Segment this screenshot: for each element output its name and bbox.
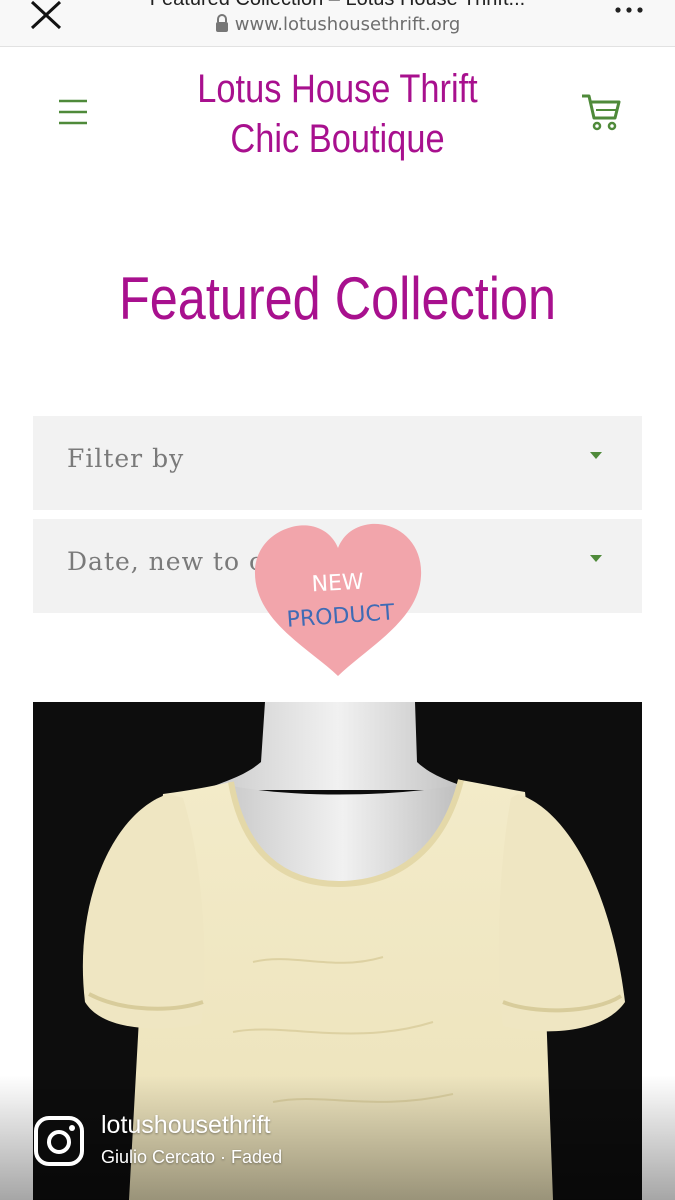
filter-dropdown[interactable]: Filter by	[33, 416, 642, 510]
browser-bar: Featured Collection – Lotus House Thrift…	[0, 0, 675, 47]
chevron-down-icon	[590, 555, 602, 562]
new-product-sticker: NEW PRODUCT	[254, 523, 422, 676]
menu-icon[interactable]	[57, 96, 89, 128]
site-title[interactable]: Lotus House Thrift Chic Boutique	[176, 64, 499, 164]
instagram-icon[interactable]	[33, 1115, 85, 1167]
instagram-username[interactable]: lotushousethrift	[101, 1111, 271, 1140]
cart-icon[interactable]	[580, 92, 622, 132]
url-bar[interactable]: www.lotushousethrift.org	[0, 14, 675, 35]
filter-label: Filter by	[67, 444, 185, 473]
tab-title: Featured Collection – Lotus House Thrift…	[110, 0, 565, 11]
lock-icon	[215, 14, 228, 32]
more-icon[interactable]	[613, 0, 645, 22]
chevron-down-icon	[590, 452, 602, 459]
sticker-line1: NEW	[311, 570, 365, 598]
url-text: www.lotushousethrift.org	[234, 14, 461, 35]
music-credit: Giulio Cercato · Faded	[101, 1147, 283, 1167]
page-title: Featured Collection	[118, 265, 557, 332]
